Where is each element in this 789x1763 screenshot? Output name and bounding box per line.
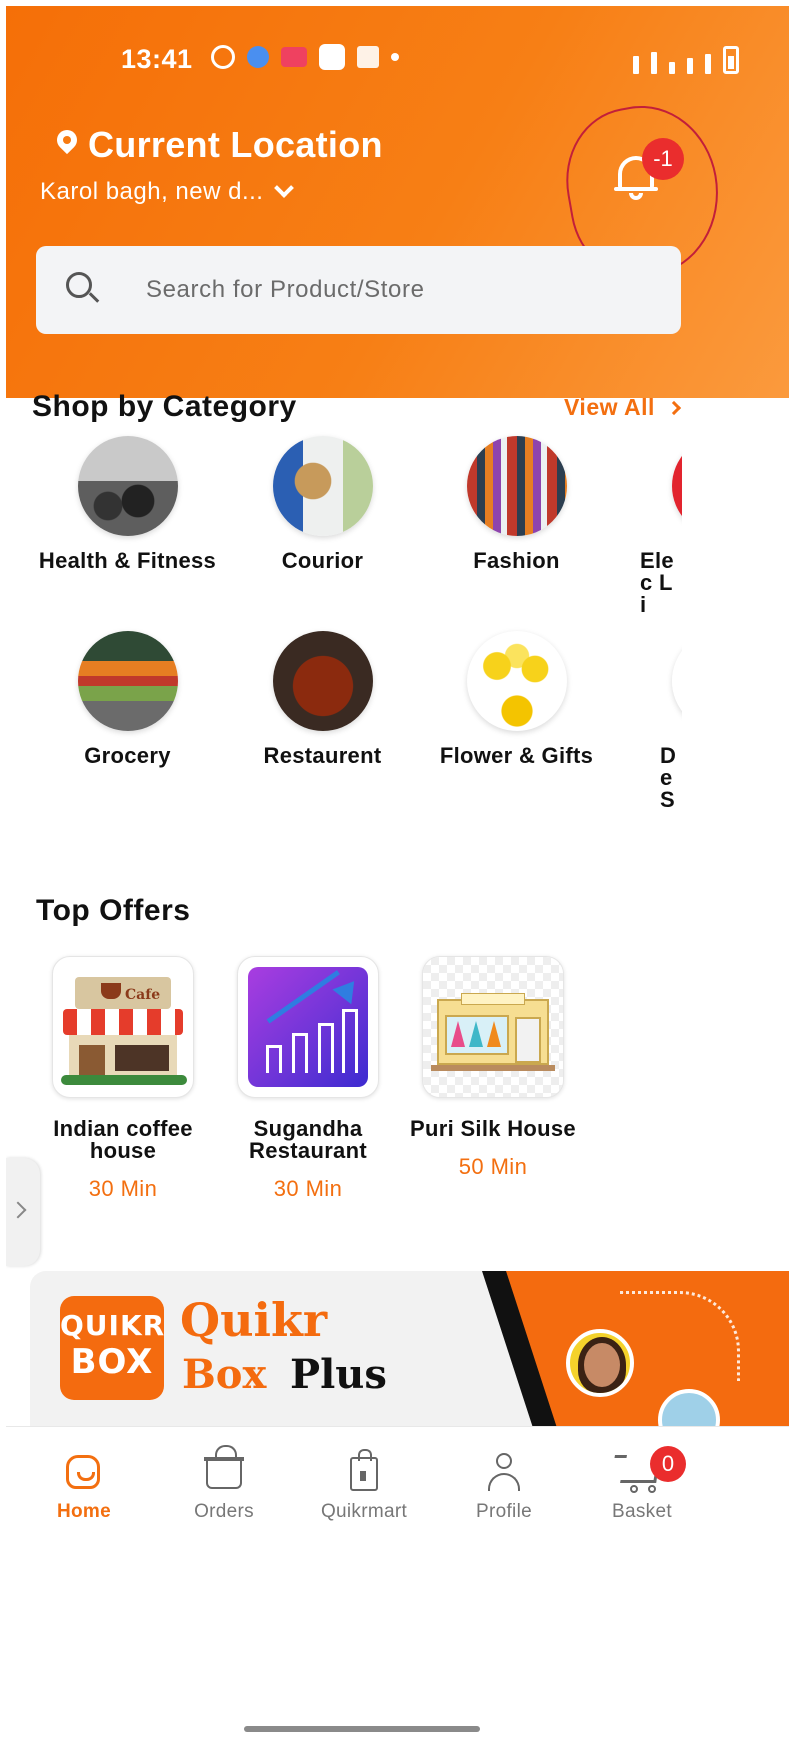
system-icons — [633, 46, 739, 74]
nav-label: Profile — [476, 1501, 532, 1522]
nav-basket[interactable]: Basket — [572, 1449, 712, 1523]
top-offers-title: Top Offers — [36, 894, 191, 927]
signal-bar-icon — [669, 62, 675, 74]
nav-home[interactable]: Home — [14, 1449, 154, 1523]
status-time: 13:41 — [121, 44, 193, 74]
category-item[interactable]: Restaurent — [225, 631, 420, 767]
chevron-right-icon — [9, 1201, 27, 1219]
category-image — [466, 436, 567, 536]
category-label: Health & Fitness — [38, 548, 217, 573]
person-avatar — [566, 1329, 634, 1397]
side-drawer-handle[interactable] — [6, 1158, 40, 1266]
location-title-row[interactable]: Current Location — [56, 124, 383, 166]
category-label: De S — [660, 743, 677, 812]
more-dot-icon — [391, 53, 399, 61]
offer-image: Cafe — [52, 956, 194, 1098]
view-all-label: View All — [564, 394, 655, 420]
calendar-icon — [357, 46, 379, 68]
logo-text-line1: QUIKR — [60, 1309, 166, 1342]
app-screen: 13:41 Current Location Karol bagh, new d… — [6, 6, 789, 1763]
chevron-down-icon — [274, 178, 295, 198]
offer-image — [237, 956, 379, 1098]
wifi-call-icon — [211, 45, 235, 69]
nav-orders[interactable]: Orders — [154, 1445, 294, 1523]
offer-card[interactable]: Cafe Indian coffee house 30 Min — [38, 956, 208, 1202]
location-value: Karol bagh, new d... — [40, 178, 264, 205]
category-label: Fashion — [473, 548, 560, 573]
offer-name: Indian coffee house — [53, 1116, 193, 1163]
sos-icon — [281, 47, 307, 67]
nav-profile[interactable]: Profile — [434, 1449, 574, 1523]
category-image — [466, 631, 567, 731]
notification-badge: -1 — [642, 138, 684, 180]
category-item-clipped[interactable]: Elec Li — [614, 436, 682, 626]
banner-title-plus: Plus — [290, 1351, 387, 1398]
promo-banner[interactable]: QUIKR BOX Quikr Box Plus — [30, 1271, 789, 1426]
chevron-right-icon — [666, 400, 682, 415]
category-item-clipped[interactable]: De S — [614, 631, 682, 821]
nfc-icon — [633, 56, 639, 74]
category-item[interactable]: Grocery — [30, 631, 225, 767]
nav-label: Quikrmart — [320, 1501, 408, 1522]
banner-title: Quikr — [180, 1293, 328, 1347]
home-icon — [64, 1449, 104, 1491]
nav-label: Home — [57, 1501, 111, 1522]
offer-name: Sugandha Restaurant — [249, 1116, 367, 1163]
offer-image — [422, 956, 564, 1098]
home-indicator[interactable] — [244, 1726, 480, 1732]
offer-delivery-time: 30 Min — [88, 1176, 158, 1201]
signal-bar-icon — [687, 58, 693, 74]
category-image — [77, 631, 178, 731]
category-image — [77, 436, 178, 536]
category-image — [272, 631, 373, 731]
location-pin-icon — [56, 130, 78, 160]
category-image — [672, 631, 682, 731]
location-title: Current Location — [88, 124, 383, 165]
profile-icon — [484, 1449, 524, 1491]
location-selector[interactable]: Karol bagh, new d... — [40, 178, 295, 206]
category-label: Restaurent — [263, 743, 382, 768]
search-icon — [66, 272, 100, 304]
view-all-link[interactable]: View All — [564, 394, 682, 421]
banner-title-box: Box — [182, 1351, 267, 1398]
search-bar[interactable] — [36, 246, 681, 334]
nav-label: Basket — [612, 1501, 672, 1522]
search-input[interactable] — [146, 246, 666, 334]
notification-icons — [211, 44, 399, 70]
category-item[interactable]: Fashion — [419, 436, 614, 572]
category-item[interactable]: Flower & Gifts — [419, 631, 614, 767]
category-label: Elec Li — [640, 548, 674, 617]
app-notification-icon — [247, 46, 269, 68]
category-label: Grocery — [84, 743, 171, 768]
quikr-box-logo: QUIKR BOX — [60, 1296, 164, 1400]
offer-card[interactable]: Puri Silk House 50 Min — [408, 956, 578, 1180]
vibrate-icon — [651, 52, 657, 74]
signal-bar-icon — [705, 54, 711, 74]
shopping-bag-icon — [344, 1449, 384, 1491]
app-icon — [319, 44, 345, 70]
offer-delivery-time: 30 Min — [273, 1176, 343, 1201]
category-image — [672, 436, 682, 536]
category-item[interactable]: Health & Fitness — [30, 436, 225, 572]
offer-delivery-time: 50 Min — [458, 1154, 528, 1179]
offer-name: Puri Silk House — [410, 1116, 576, 1141]
battery-icon — [723, 46, 739, 74]
category-section-title: Shop by Category — [32, 390, 297, 423]
header: 13:41 Current Location Karol bagh, new d… — [6, 6, 789, 398]
nav-label: Orders — [194, 1501, 254, 1522]
category-image — [272, 436, 373, 536]
orders-basket-icon — [204, 1445, 244, 1491]
basket-count-badge: 0 — [650, 1446, 686, 1482]
logo-text-line2: BOX — [70, 1342, 154, 1382]
category-label: Flower & Gifts — [439, 743, 594, 768]
offer-card[interactable]: Sugandha Restaurant 30 Min — [223, 956, 393, 1202]
category-item[interactable]: Courior — [225, 436, 420, 572]
nav-quikrmart[interactable]: Quikrmart — [294, 1449, 434, 1523]
status-bar: 13:41 — [6, 6, 789, 90]
category-label: Courior — [281, 548, 364, 573]
